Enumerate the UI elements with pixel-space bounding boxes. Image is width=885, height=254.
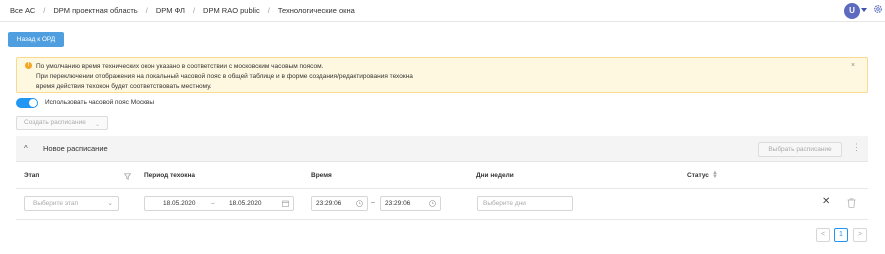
stage-select-placeholder: Выберите этап [33,200,79,207]
row-divider [16,219,868,220]
breadcrumb: Все АС / DPM проектная область / DPM ФЛ … [10,6,355,15]
toggle-label: Использовать часовой пояс Москвы [45,99,155,106]
warning-icon: ! [25,62,32,69]
create-schedule-dropdown[interactable]: Создать расписание ⌄ [16,116,108,130]
time-from-value: 23:29:06 [316,200,342,207]
back-to-ord-button[interactable]: Назад к ОРД [8,32,64,47]
close-icon[interactable]: ✕ [822,197,830,207]
column-header-period: Период техокна [144,172,196,179]
chevron-down-icon[interactable] [861,8,867,12]
create-schedule-label: Создать расписание [24,119,86,126]
breadcrumb-separator: / [267,6,270,15]
date-range-picker[interactable]: 18.05.2020 – 18.05.2020 [144,196,294,211]
alert-text: По умолчанию время технических окон указ… [36,62,413,92]
alert-line: время действия техокон будет соответство… [36,83,212,90]
user-avatar[interactable]: U [844,3,860,19]
breadcrumb-item-all-as[interactable]: Все АС [10,6,35,15]
chevron-down-icon: ⌄ [107,200,113,207]
column-header-stage: Этап [24,172,40,179]
trash-icon[interactable] [847,198,856,208]
top-bar: Все АС / DPM проектная область / DPM ФЛ … [0,0,885,22]
alert-line: По умолчанию время технических окон указ… [36,63,324,70]
pagination-page-1[interactable]: 1 [834,228,848,242]
alert-line: При переключении отображения на локальны… [36,73,413,80]
breadcrumb-separator: / [145,6,148,15]
weekdays-select[interactable]: Выберите дни [477,196,573,211]
more-vertical-icon[interactable]: ⋮ [852,143,861,152]
column-header-time: Время [311,172,332,179]
time-to-input[interactable]: 23:29:06 [380,196,441,211]
weekdays-placeholder: Выберите дни [483,200,526,207]
column-header-status[interactable]: Статус [687,172,709,179]
time-from-input[interactable]: 23:29:06 [311,196,368,211]
schedule-panel-header: ^ Новое расписание Выбрать расписание ⋮ [16,136,868,162]
breadcrumb-separator: / [192,6,196,15]
stage-select[interactable]: Выберите этап ⌄ [24,196,119,211]
clock-icon [429,200,436,207]
breadcrumb-item-current: Технологические окна [277,6,355,15]
timezone-info-alert: ! По умолчанию время технических окон ук… [16,57,868,93]
range-separator: – [211,200,215,207]
header-divider [16,188,868,189]
filter-icon[interactable] [124,173,131,180]
gear-icon[interactable] [873,4,883,14]
clock-icon [356,200,363,207]
date-from-value: 18.05.2020 [163,200,196,207]
chevron-down-icon: ⌄ [94,122,100,128]
choose-schedule-button[interactable]: Выбрать расписание [758,142,842,157]
time-to-value: 23:29:06 [385,200,411,207]
pagination-next-button[interactable]: > [853,228,867,242]
panel-title: Новое расписание [43,144,108,153]
column-header-weekdays: Дни недели [476,172,514,179]
pagination-prev-button[interactable]: < [816,228,830,242]
moscow-timezone-toggle[interactable] [16,98,38,108]
calendar-icon [282,200,289,207]
date-to-value: 18.05.2020 [229,200,262,207]
breadcrumb-item-dpm-project[interactable]: DPM проектная область [53,6,137,15]
close-icon[interactable]: × [851,62,855,69]
chevron-up-icon[interactable]: ^ [24,144,28,153]
sort-icon[interactable]: ▲ ▼ [712,170,718,180]
breadcrumb-item-dpm-rao[interactable]: DPM RAO public [203,6,260,15]
breadcrumb-separator: / [43,6,46,15]
time-range-separator: – [371,199,375,206]
breadcrumb-item-dpm-fl[interactable]: DPM ФЛ [156,6,185,15]
